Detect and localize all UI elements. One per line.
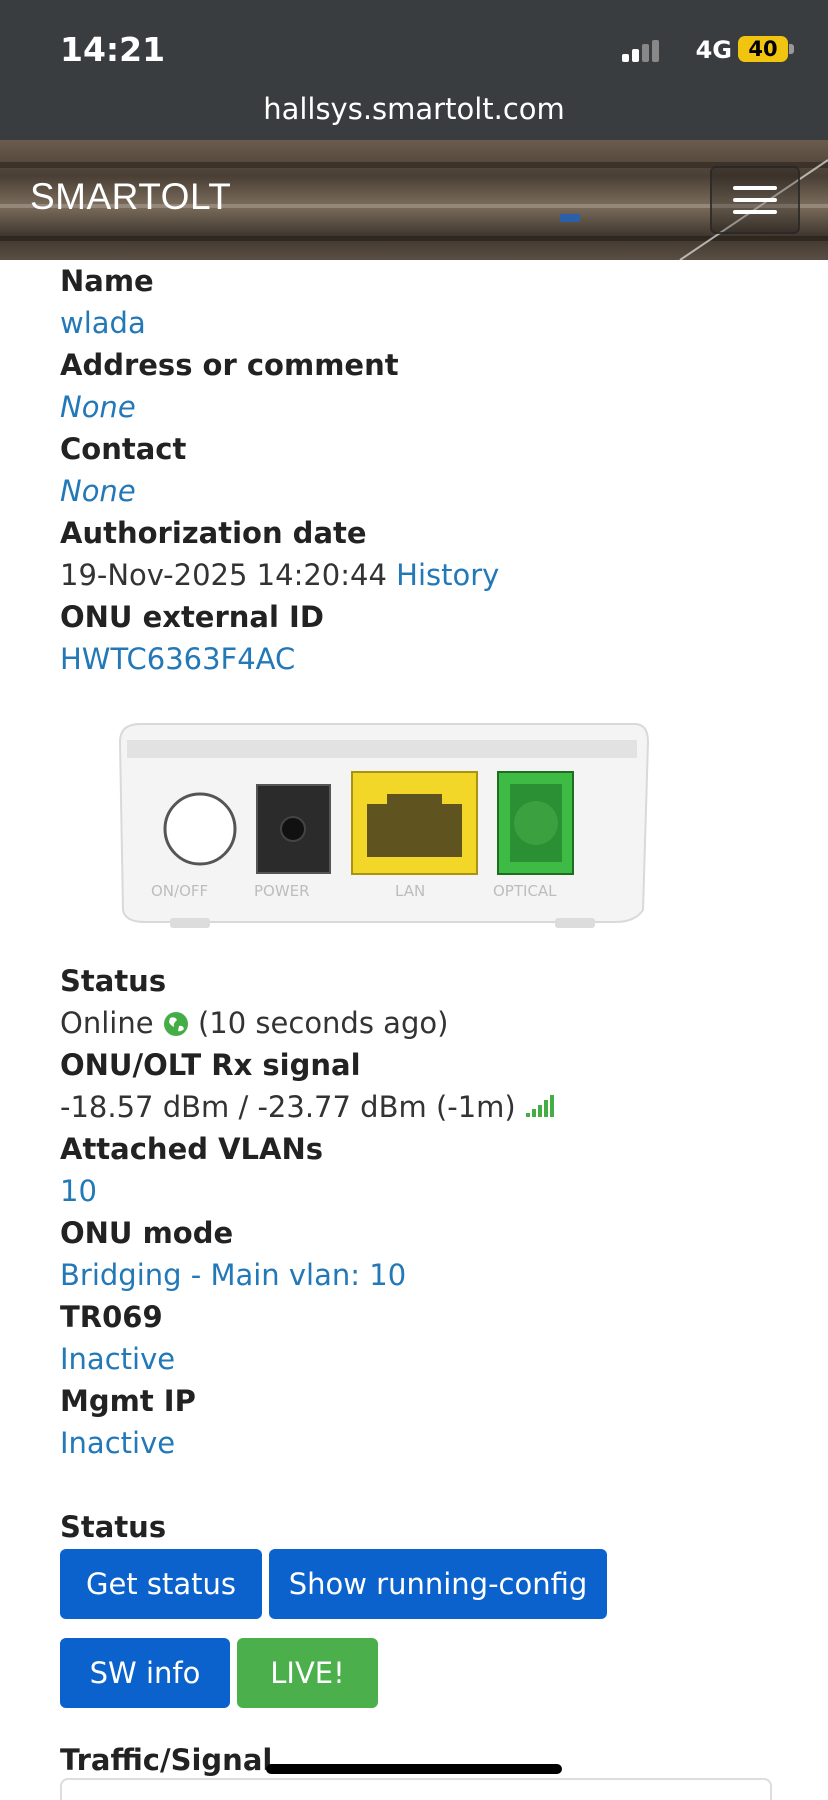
port-label-lan: LAN [395,882,425,900]
navbar: SMARTOLT [0,140,828,260]
status-value: Online [60,1006,154,1040]
battery-icon: 40 [738,36,788,62]
authorization-date-value: 19-Nov-2025 14:20:44 [60,558,387,592]
status-row: Online (10 seconds ago) [60,1002,800,1044]
status-time: 14:21 [60,30,166,69]
onu-details: Name wlada Address or comment None Conta… [60,260,800,680]
live-button[interactable]: LIVE! [237,1638,378,1708]
authorization-date-label: Authorization date [60,516,367,550]
status-bar: 14:21 4G 40 hallsys.smartolt.com [0,0,828,140]
status-last-seen: (10 seconds ago) [197,1006,449,1040]
menu-toggle-button[interactable] [710,166,800,234]
name-value[interactable]: wlada [60,302,800,344]
power-button-icon [163,792,237,866]
browser-url[interactable]: hallsys.smartolt.com [0,92,828,126]
name-label: Name [60,264,154,298]
brand-logo[interactable]: SMARTOLT [30,176,231,218]
hamburger-icon [733,210,777,214]
onu-device-image: ON/OFF POWER LAN OPTICAL [115,722,650,932]
hamburger-icon [733,186,777,190]
authorization-date-row: 19-Nov-2025 14:20:44 History [60,554,800,596]
address-label: Address or comment [60,348,399,382]
network-type: 4G [695,36,732,64]
rx-signal-label: ONU/OLT Rx signal [60,1048,361,1082]
mgmt-ip-label: Mgmt IP [60,1384,196,1418]
tr069-label: TR069 [60,1300,163,1334]
traffic-signal-title: Traffic/Signal [60,1743,273,1777]
battery-cap-icon [789,44,794,54]
vlans-value[interactable]: 10 [60,1170,800,1212]
tr069-value[interactable]: Inactive [60,1338,800,1380]
onu-mode-label: ONU mode [60,1216,234,1250]
rx-signal-value: -18.57 dBm / -23.77 dBm (-1m) [60,1090,516,1124]
get-status-button[interactable]: Get status [60,1549,262,1619]
show-running-config-button[interactable]: Show running-config [269,1549,607,1619]
contact-value[interactable]: None [60,470,800,512]
address-value[interactable]: None [60,386,800,428]
cell-signal-icon [622,40,659,62]
history-link[interactable]: History [396,558,499,592]
traffic-card [60,1778,772,1800]
port-label-power: POWER [254,882,310,900]
rx-signal-row: -18.57 dBm / -23.77 dBm (-1m) [60,1086,800,1128]
sw-info-button[interactable]: SW info [60,1638,230,1708]
mgmt-ip-value[interactable]: Inactive [60,1422,800,1464]
contact-label: Contact [60,432,187,466]
status-section-title: Status [60,1510,167,1544]
battery-level: 40 [748,37,778,61]
onu-status-details: Status Online (10 seconds ago) ONU/OLT R… [60,960,800,1464]
globe-online-icon [163,1012,188,1036]
home-indicator[interactable] [266,1764,562,1774]
port-label-optical: OPTICAL [493,882,557,900]
onu-mode-value[interactable]: Bridging - Main vlan: 10 [60,1254,800,1296]
external-id-label: ONU external ID [60,600,324,634]
external-id-value[interactable]: HWTC6363F4AC [60,638,800,680]
hamburger-icon [733,198,777,202]
status-label: Status [60,964,167,998]
port-label-onoff: ON/OFF [151,882,208,900]
signal-strength-icon [525,1095,554,1117]
vlans-label: Attached VLANs [60,1132,323,1166]
